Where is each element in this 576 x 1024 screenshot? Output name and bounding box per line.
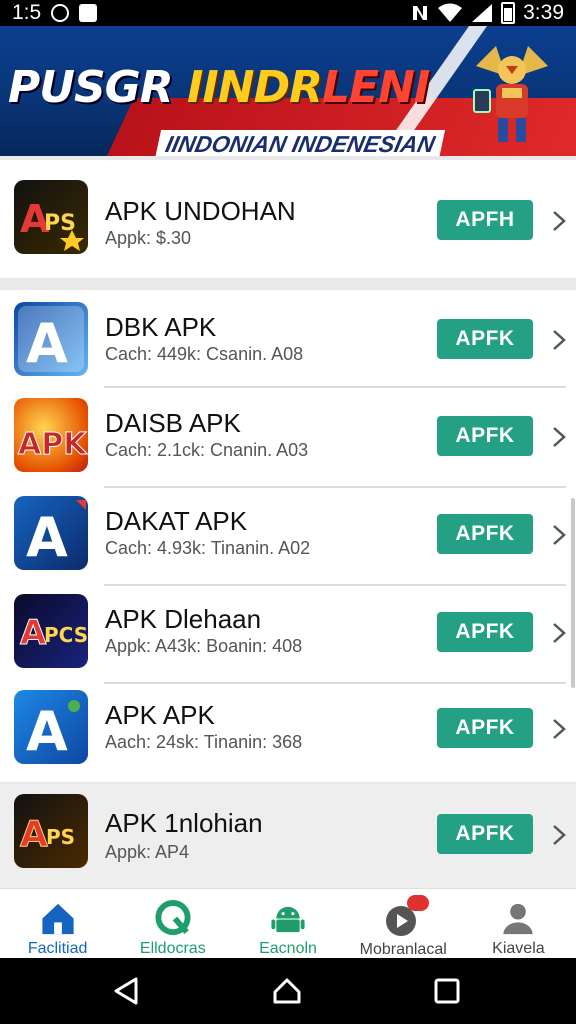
nfc-icon	[413, 6, 428, 20]
nav-item-media[interactable]: Mobranlacal	[346, 889, 461, 958]
list-item[interactable]: APK DAISB APK Cach: 2.1ck: Cnanin. A03 A…	[0, 390, 576, 488]
svg-text:PS: PS	[46, 825, 75, 849]
app-name: DAKAT APK	[105, 506, 248, 536]
app-meta: Cach: 2.1ck: Cnanin. A03	[105, 440, 309, 460]
divider	[104, 682, 566, 684]
android-icon	[271, 906, 305, 933]
list-item[interactable]: A DBK APK Cach: 449k: Csanin. A08 APFK	[0, 292, 576, 390]
wifi-icon	[438, 3, 463, 22]
divider	[104, 584, 566, 586]
signal-icon	[472, 4, 493, 22]
chevron-right-icon[interactable]	[551, 210, 567, 232]
mascot-icon	[473, 46, 548, 142]
app-icon: A PS	[14, 794, 88, 868]
app-meta: Appk: $.30	[105, 228, 192, 248]
home-button-icon[interactable]	[272, 976, 302, 1006]
chevron-right-icon[interactable]	[551, 329, 567, 351]
apk-download-button[interactable]: APFK	[437, 708, 533, 748]
banner-title-part2: IINDR	[187, 62, 323, 113]
svg-text:PCS: PCS	[44, 623, 88, 647]
status-time-right: 3:39	[523, 1, 564, 24]
home-icon	[41, 903, 74, 935]
list-item[interactable]: A PS APK UNDOHAN Appk: $.30 APFH	[0, 170, 576, 268]
app-list-card: A DBK APK Cach: 449k: Csanin. A08 APFK A…	[0, 290, 576, 782]
recents-icon[interactable]	[432, 976, 462, 1006]
app-name: APK Dlehaan	[105, 604, 262, 634]
featured-card: A PS APK UNDOHAN Appk: $.30 APFH	[0, 160, 576, 278]
person-icon	[503, 903, 534, 935]
divider	[104, 486, 566, 488]
back-icon[interactable]	[112, 976, 142, 1006]
app-icon: A	[14, 496, 88, 570]
apk-download-button[interactable]: APFH	[437, 200, 533, 240]
nav-label: Eacnoln	[259, 940, 317, 957]
nav-item-android[interactable]: Eacnoln	[230, 889, 345, 958]
promo-banner[interactable]: PUSGR IINDRLENI IINDONIAN INDENESIAN	[0, 26, 576, 156]
app-name: DAISB APK	[105, 408, 241, 438]
app-name: APK APK	[105, 700, 215, 730]
list-item[interactable]: A DAKAT APK Cach: 4.93k: Tinanin. A02 AP…	[0, 490, 576, 588]
svg-text:A: A	[26, 312, 68, 375]
nav-item-home[interactable]: Faclitiad	[0, 889, 115, 958]
app-icon: A	[14, 690, 88, 764]
app-name: APK UNDOHAN	[105, 196, 296, 226]
scrollbar[interactable]	[571, 498, 575, 688]
svg-text:A: A	[20, 814, 48, 855]
apk-download-button[interactable]: APFK	[437, 416, 533, 456]
chevron-right-icon[interactable]	[551, 718, 567, 740]
divider	[104, 386, 566, 388]
status-time-left: 1:5	[12, 1, 42, 24]
list-item[interactable]: A PCS APK Dlehaan Appk: A43k: Boanin: 408…	[0, 588, 576, 686]
app-name: DBK APK	[105, 312, 217, 342]
banner-subtitle: IINDONIAN INDENESIAN	[154, 130, 446, 156]
leaf-icon	[155, 899, 191, 936]
app-meta: Cach: 4.93k: Tinanin. A02	[105, 538, 311, 558]
chevron-right-icon[interactable]	[551, 622, 567, 644]
nav-label: Faclitiad	[27, 940, 88, 957]
status-bar: 1:5 3:39	[0, 0, 576, 26]
svg-text:APK: APK	[18, 427, 88, 462]
chevron-right-icon[interactable]	[551, 426, 567, 448]
app-meta: Cach: 449k: Csanin. A08	[105, 344, 304, 364]
selected-card: A PS APK 1nlohian Appk: AP4 APFK	[0, 784, 576, 888]
nav-label: Kiavela	[492, 940, 545, 957]
chevron-right-icon[interactable]	[551, 524, 567, 546]
notification-badge	[407, 895, 430, 911]
banner-title: PUSGR IINDRLENI	[8, 62, 430, 113]
bottom-navigation: Faclitiad Elldocras Eacnoln Mobranlacal …	[0, 888, 576, 958]
app-list-area[interactable]: A PS APK UNDOHAN Appk: $.30 APFH A DBK AP…	[0, 156, 576, 888]
svg-text:A: A	[26, 700, 68, 763]
nav-item-leaf[interactable]: Elldocras	[115, 889, 230, 958]
app-meta: Appk: AP4	[105, 842, 190, 862]
notification-icon	[79, 4, 98, 22]
apk-download-button[interactable]: APFK	[437, 612, 533, 652]
apk-download-button[interactable]: APFK	[437, 319, 533, 359]
nav-item-profile[interactable]: Kiavela	[461, 889, 576, 958]
nav-label: Mobranlacal	[359, 941, 447, 958]
app-icon: A	[14, 302, 88, 376]
banner-title-part3: LENI	[321, 62, 430, 113]
app-icon: APK	[14, 398, 88, 472]
play-icon	[383, 895, 430, 939]
app-name: APK 1nlohian	[105, 808, 263, 838]
svg-text:A: A	[20, 613, 47, 653]
battery-icon	[501, 2, 516, 24]
app-icon: A PCS	[14, 594, 88, 668]
banner-title-part1: PUSGR	[8, 62, 174, 113]
svg-text:A: A	[26, 506, 68, 569]
apk-download-button[interactable]: APFK	[437, 814, 533, 854]
app-icon: A PS	[14, 180, 88, 254]
apk-download-button[interactable]: APFK	[437, 514, 533, 554]
system-navigation-bar	[0, 958, 576, 1024]
list-item[interactable]: A PS APK 1nlohian Appk: AP4 APFK	[0, 786, 576, 884]
app-meta: Appk: A43k: Boanin: 408	[105, 636, 303, 656]
app-meta: Aach: 24sk: Tinanin: 368	[105, 732, 303, 752]
list-item[interactable]: A APK APK Aach: 24sk: Tinanin: 368 APFK	[0, 686, 576, 784]
nav-label: Elldocras	[139, 940, 206, 957]
alarm-icon	[51, 4, 70, 22]
chevron-right-icon[interactable]	[551, 824, 567, 846]
